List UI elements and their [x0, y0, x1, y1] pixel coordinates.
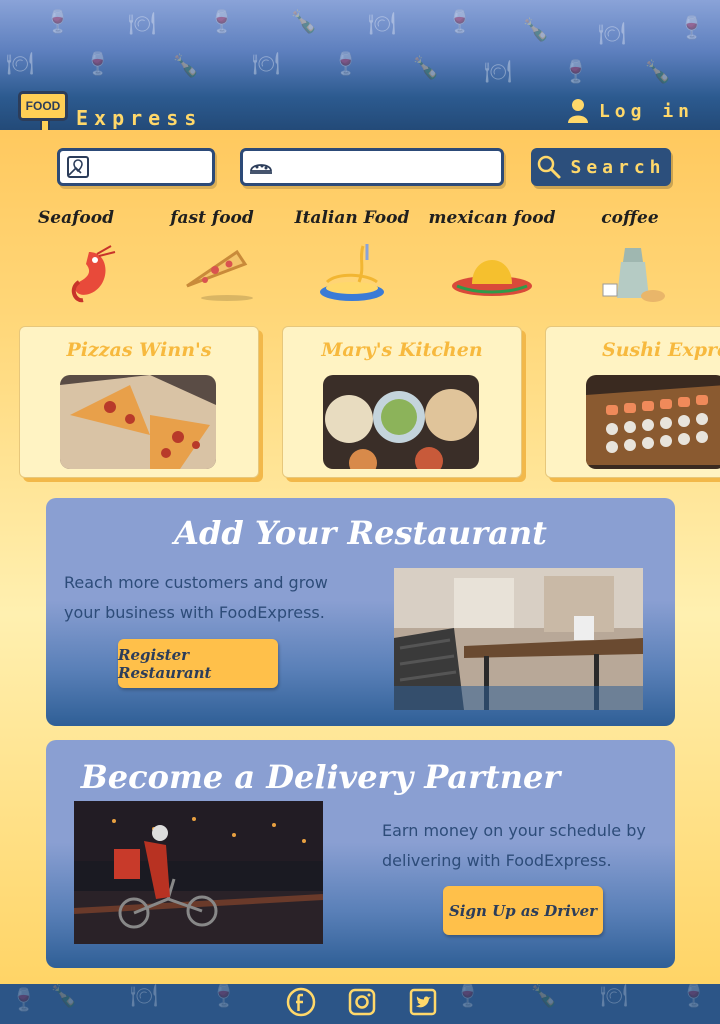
logo[interactable]: FOOD Express — [18, 82, 202, 130]
pasta-icon — [320, 244, 384, 301]
wine-glass-icon: 🍷 — [454, 984, 482, 1009]
wine-glass-icon: 🍷 — [208, 10, 236, 35]
user-icon — [567, 99, 588, 123]
footer: 🍷 🍾 🍽 🍷 🍷 🍾 🍽 🍷 — [0, 984, 720, 1024]
category-coffee[interactable]: coffee — [560, 208, 700, 310]
add-restaurant-title: Add Your Restaurant — [174, 514, 547, 552]
delivery-partner-panel: Become a Delivery Partner Earn money on … — [46, 740, 675, 968]
text-line: delivering with FoodExpress. — [382, 851, 612, 870]
delivery-title: Become a Delivery Partner — [80, 758, 561, 796]
location-input[interactable] — [98, 155, 204, 181]
category-label: coffee — [601, 208, 659, 228]
dishes-photo — [323, 375, 479, 469]
restaurant-name: Mary's Kitchen — [321, 339, 483, 361]
logo-text: Express — [76, 106, 203, 130]
pizza-slice-icon — [186, 249, 253, 301]
location-input-box[interactable] — [57, 148, 215, 186]
wine-glass-icon: 🍷 — [10, 988, 38, 1013]
bottle-icon: 🍾 — [644, 60, 672, 85]
category-label: mexican food — [428, 208, 556, 228]
category-fast-food[interactable]: fast food — [142, 208, 282, 310]
restaurant-interior-photo — [394, 568, 643, 710]
bottle-icon: 🍾 — [50, 984, 78, 1009]
category-mexican-food[interactable]: mexican food — [422, 208, 562, 310]
plate-icon: 🍽 — [6, 52, 34, 77]
plate-icon: 🍽 — [484, 60, 512, 85]
plate-icon: 🍽 — [252, 52, 280, 77]
text-line: Reach more customers and grow — [64, 573, 328, 592]
facebook-icon[interactable] — [286, 987, 316, 1017]
add-restaurant-panel: Add Your Restaurant Reach more customers… — [46, 498, 675, 726]
bottle-icon: 🍾 — [290, 10, 318, 35]
restaurant-name: Sushi Express — [602, 339, 720, 361]
wine-glass-icon: 🍷 — [446, 10, 474, 35]
shrimp-icon — [71, 245, 116, 303]
register-restaurant-button[interactable]: Register Restaurant — [118, 639, 278, 688]
category-seafood[interactable]: Seafood — [6, 208, 146, 310]
food-input-box[interactable] — [240, 148, 504, 186]
login-label: Log in — [598, 100, 694, 122]
restaurant-name: Pizzas Winn's — [66, 339, 212, 361]
instagram-icon[interactable] — [347, 987, 377, 1017]
plate-icon: 🍽 — [600, 984, 628, 1009]
category-list: Seafood fast food Italian Food mexican f… — [0, 208, 720, 308]
header: 🍷 🍽 🍷 🍾 🍽 🍷 🍾 🍽 🍷 🍽 🍷 🍾 🍽 🍷 🍾 🍽 🍷 🍾 FOOD… — [0, 0, 720, 130]
map-pin-icon — [67, 156, 89, 178]
plate-icon: 🍽 — [368, 12, 396, 37]
category-label: Seafood — [38, 208, 114, 228]
search-button-label: Search — [570, 156, 666, 178]
restaurant-card[interactable]: Mary's Kitchen — [282, 326, 522, 478]
search-button[interactable]: Search — [531, 148, 671, 186]
login-button[interactable]: Log in — [567, 98, 694, 124]
wine-glass-icon: 🍷 — [44, 10, 72, 35]
pizza-photo — [60, 375, 216, 469]
delivery-text: Earn money on your schedule by deliverin… — [382, 816, 646, 876]
sombrero-icon — [452, 260, 532, 296]
plate-icon: 🍽 — [130, 984, 158, 1009]
food-input[interactable] — [281, 155, 493, 181]
sushi-photo — [586, 375, 720, 469]
logo-sign: FOOD — [18, 91, 68, 130]
food-icon — [250, 164, 272, 174]
plate-icon: 🍽 — [128, 12, 156, 37]
bottle-icon: 🍾 — [522, 18, 550, 43]
wine-glass-icon: 🍷 — [562, 60, 590, 85]
restaurant-card[interactable]: Pizzas Winn's — [19, 326, 259, 478]
twitter-icon[interactable] — [408, 987, 438, 1017]
plate-icon: 🍽 — [598, 22, 626, 47]
coffee-icon — [602, 248, 665, 302]
search-icon — [538, 155, 561, 179]
category-italian-food[interactable]: Italian Food — [282, 208, 422, 310]
wine-glass-icon: 🍷 — [680, 984, 708, 1009]
bottle-icon: 🍾 — [172, 54, 200, 79]
wine-glass-icon: 🍷 — [332, 52, 360, 77]
wine-glass-icon: 🍷 — [210, 984, 238, 1009]
text-line: Earn money on your schedule by — [382, 821, 646, 840]
sign-up-driver-button[interactable]: Sign Up as Driver — [443, 886, 603, 935]
wine-glass-icon: 🍷 — [678, 16, 706, 41]
delivery-rider-photo — [74, 801, 323, 944]
bottle-icon: 🍾 — [530, 984, 558, 1009]
wine-glass-icon: 🍷 — [84, 52, 112, 77]
category-label: Italian Food — [294, 208, 410, 228]
bottle-icon: 🍾 — [412, 56, 440, 81]
search-row: Search — [0, 148, 720, 188]
add-restaurant-text: Reach more customers and grow your busin… — [64, 568, 328, 628]
text-line: your business with FoodExpress. — [64, 603, 325, 622]
category-label: fast food — [170, 208, 254, 228]
restaurant-card[interactable]: Sushi Express — [545, 326, 720, 478]
